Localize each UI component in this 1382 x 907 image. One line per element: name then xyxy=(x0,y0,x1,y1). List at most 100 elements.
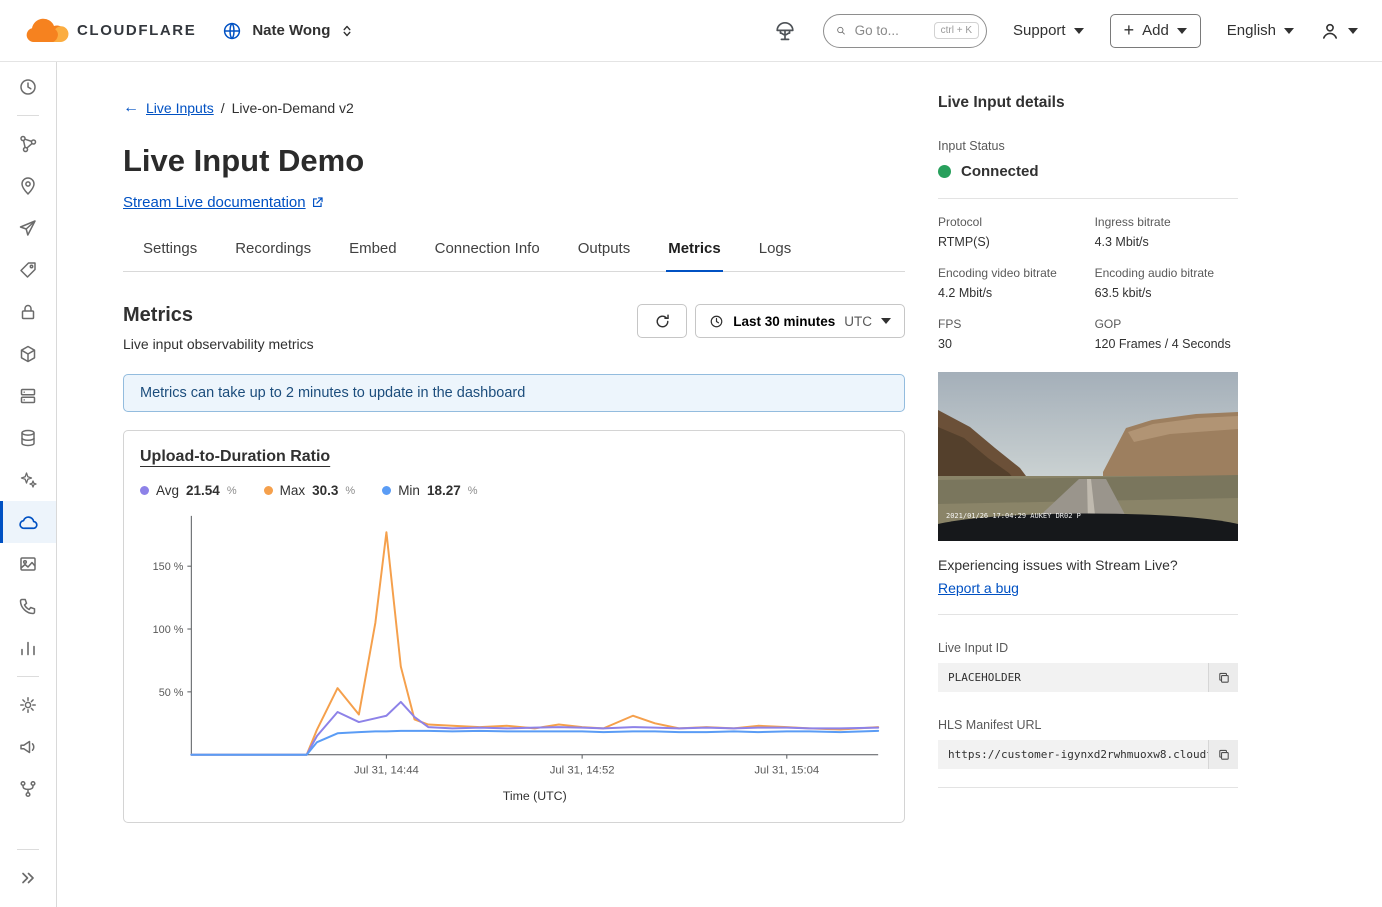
time-range-dropdown[interactable]: Last 30 minutes UTC xyxy=(695,304,905,338)
cloudflare-logo[interactable]: CLOUDFLARE xyxy=(24,18,196,44)
main-content: ← Live Inputs / Live-on-Demand v2 Live I… xyxy=(123,62,905,823)
top-header: CLOUDFLARE Nate Wong ctrl + K Support + … xyxy=(0,0,1382,62)
tag-icon[interactable] xyxy=(0,249,56,291)
gear-icon[interactable] xyxy=(0,684,56,726)
tab-embed[interactable]: Embed xyxy=(347,240,399,271)
support-label: Support xyxy=(1013,22,1066,39)
support-menu[interactable]: Support xyxy=(1013,22,1084,39)
time-icon[interactable] xyxy=(0,66,56,108)
global-search[interactable]: ctrl + K xyxy=(823,14,987,48)
input-status-label: Input Status xyxy=(938,139,1238,153)
field-encoding-audio-bitrate: Encoding audio bitrate 63.5 kbit/s xyxy=(1095,266,1238,300)
field-encoding-video-bitrate: Encoding video bitrate 4.2 Mbit/s xyxy=(938,266,1089,300)
chart-title: Upload-to-Duration Ratio xyxy=(140,448,330,466)
field-gop: GOP 120 Frames / 4 Seconds xyxy=(1095,317,1238,351)
field-value: 120 Frames / 4 Seconds xyxy=(1095,337,1238,351)
icon-sidebar xyxy=(0,62,57,907)
plus-icon: + xyxy=(1124,21,1135,39)
megaphone-icon[interactable] xyxy=(0,726,56,768)
field-label: Protocol xyxy=(938,215,1089,229)
search-input[interactable] xyxy=(853,22,927,39)
upload-duration-line-chart: 50 %100 %150 %Jul 31, 14:44Jul 31, 14:52… xyxy=(140,508,890,808)
add-button[interactable]: + Add xyxy=(1110,14,1201,48)
globe-icon xyxy=(222,21,242,41)
legend-avg-value: 21.54 xyxy=(186,483,220,498)
account-switcher[interactable]: Nate Wong xyxy=(222,21,354,41)
tab-recordings[interactable]: Recordings xyxy=(233,240,313,271)
user-icon xyxy=(1320,21,1340,41)
tab-connection-info[interactable]: Connection Info xyxy=(433,240,542,271)
field-label: Encoding audio bitrate xyxy=(1095,266,1238,280)
details-fields: Protocol RTMP(S) Ingress bitrate 4.3 Mbi… xyxy=(938,215,1238,351)
sparkles-icon[interactable] xyxy=(0,459,56,501)
tab-outputs[interactable]: Outputs xyxy=(576,240,633,271)
database-icon[interactable] xyxy=(0,417,56,459)
sidebar-divider xyxy=(17,849,39,850)
location-pin-icon[interactable] xyxy=(0,165,56,207)
svg-text:100 %: 100 % xyxy=(153,624,184,636)
server-icon[interactable] xyxy=(0,375,56,417)
caret-down-icon xyxy=(1284,28,1294,34)
svg-text:Time (UTC): Time (UTC) xyxy=(503,789,567,803)
legend-item-min: Min 18.27 % xyxy=(382,483,477,498)
calls-icon[interactable] xyxy=(0,585,56,627)
stream-cloud-icon[interactable] xyxy=(0,501,56,543)
legend-min-value: 18.27 xyxy=(427,483,461,498)
legend-avg-label: Avg xyxy=(156,483,179,498)
tab-metrics[interactable]: Metrics xyxy=(666,240,723,272)
copy-live-input-id-button[interactable] xyxy=(1208,663,1238,692)
live-input-id-label: Live Input ID xyxy=(938,641,1238,655)
breadcrumb-back-link[interactable]: Live Inputs xyxy=(146,100,214,116)
user-menu[interactable] xyxy=(1320,21,1358,41)
search-icon xyxy=(836,23,846,38)
network-icon[interactable] xyxy=(0,123,56,165)
report-bug-link[interactable]: Report a bug xyxy=(938,580,1019,596)
legend-min-unit: % xyxy=(468,485,478,497)
analytics-icon[interactable] xyxy=(0,627,56,669)
legend-avg-unit: % xyxy=(227,485,237,497)
metrics-subheading: Live input observability metrics xyxy=(123,336,314,352)
caret-down-icon xyxy=(1348,28,1358,34)
field-protocol: Protocol RTMP(S) xyxy=(938,215,1089,249)
tab-bar: Settings Recordings Embed Connection Inf… xyxy=(123,240,905,272)
panel-divider xyxy=(938,198,1238,199)
time-range-label: Last 30 minutes xyxy=(733,314,835,329)
lock-icon[interactable] xyxy=(0,291,56,333)
page-title: Live Input Demo xyxy=(123,143,905,179)
info-banner: Metrics can take up to 2 minutes to upda… xyxy=(123,374,905,412)
field-label: GOP xyxy=(1095,317,1238,331)
documentation-link[interactable]: Stream Live documentation xyxy=(123,194,324,211)
language-label: English xyxy=(1227,22,1276,39)
paper-plane-icon[interactable] xyxy=(0,207,56,249)
add-label: Add xyxy=(1142,22,1169,39)
refresh-button[interactable] xyxy=(637,304,687,338)
tree-icon[interactable] xyxy=(773,19,797,43)
field-value: 63.5 kbit/s xyxy=(1095,286,1238,300)
images-icon[interactable] xyxy=(0,543,56,585)
tab-settings[interactable]: Settings xyxy=(141,240,199,271)
status-row: Connected xyxy=(938,163,1238,180)
legend-avg-dot xyxy=(140,486,149,495)
expand-icon[interactable] xyxy=(0,857,56,899)
breadcrumb-separator: / xyxy=(221,100,225,116)
copy-hls-manifest-button[interactable] xyxy=(1208,740,1238,769)
metrics-heading: Metrics xyxy=(123,304,314,327)
refresh-icon xyxy=(654,313,671,330)
svg-text:Jul 31, 14:52: Jul 31, 14:52 xyxy=(550,764,615,776)
panel-divider xyxy=(938,614,1238,615)
copy-icon xyxy=(1217,671,1231,685)
field-label: Ingress bitrate xyxy=(1095,215,1238,229)
field-value: RTMP(S) xyxy=(938,235,1089,249)
tab-logs[interactable]: Logs xyxy=(757,240,794,271)
chart-card: Upload-to-Duration Ratio Avg 21.54 % Max… xyxy=(123,430,905,823)
sidebar-bottom xyxy=(0,842,56,907)
branch-icon[interactable] xyxy=(0,768,56,810)
live-input-details-panel: Live Input details Input Status Connecte… xyxy=(938,62,1238,788)
field-value: 4.3 Mbit/s xyxy=(1095,235,1238,249)
package-icon[interactable] xyxy=(0,333,56,375)
video-preview: 2021/01/26 17:04:29 AUKEY DR02 P xyxy=(938,372,1238,541)
field-fps: FPS 30 xyxy=(938,317,1089,351)
language-menu[interactable]: English xyxy=(1227,22,1294,39)
field-value: 4.2 Mbit/s xyxy=(938,286,1089,300)
metrics-header-row: Metrics Live input observability metrics… xyxy=(123,304,905,352)
